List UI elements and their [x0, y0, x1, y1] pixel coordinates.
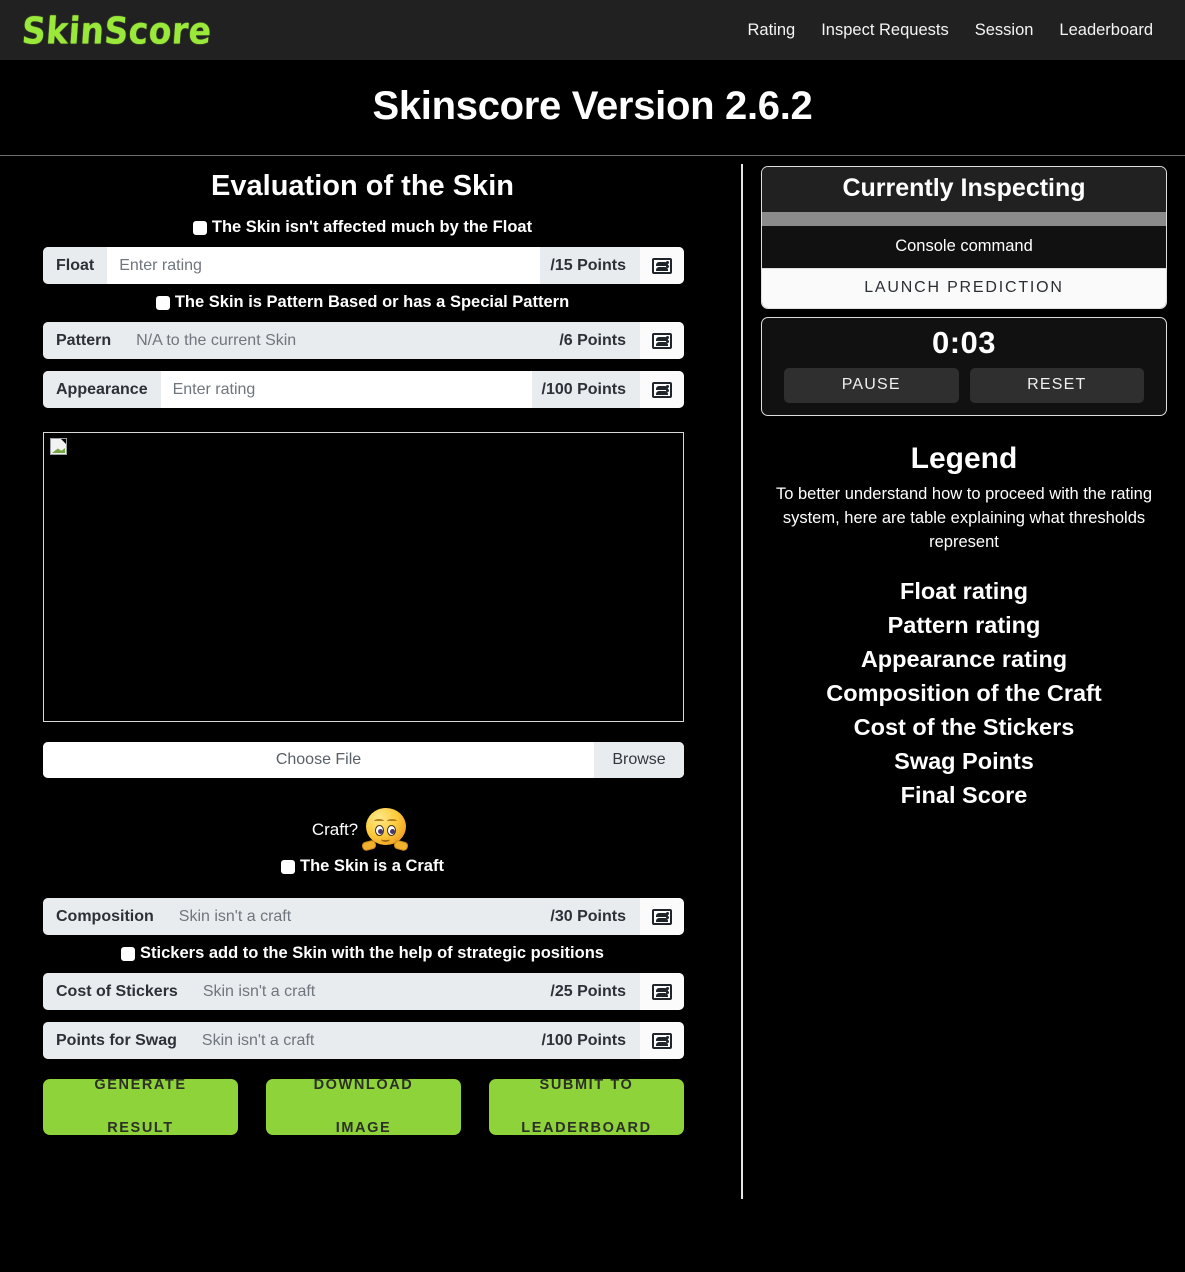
nav-links: Rating Inspect Requests Session Leaderbo…: [748, 21, 1153, 40]
legend-item-composition-of-the-craft[interactable]: Composition of the Craft: [761, 676, 1167, 710]
float-input[interactable]: [107, 247, 541, 284]
download-image-line1: DOWNLOAD: [313, 1077, 414, 1094]
pattern-input: [124, 322, 550, 359]
pattern-checkbox-label: The Skin is Pattern Based or has a Speci…: [174, 293, 570, 311]
file-upload-row[interactable]: Choose File Browse: [43, 742, 684, 778]
browse-button[interactable]: Browse: [594, 742, 684, 778]
craft-question-label: Craft?: [311, 820, 359, 839]
stickers-checkbox-label: Stickers add to the Skin with the help o…: [140, 944, 604, 962]
appearance-input-group: Appearance /100 Points: [43, 371, 684, 408]
pattern-label: Pattern: [43, 322, 125, 359]
craft-question-row: Craft?: [312, 808, 413, 852]
float-checkbox-label: The Skin isn't affected much by the Floa…: [211, 218, 533, 236]
timer-card: 0:03 PAUSE RESET: [761, 317, 1167, 416]
composition-label: Composition: [43, 898, 167, 935]
people-icon: [652, 983, 672, 1000]
cost-of-stickers-points: /25 Points: [540, 973, 640, 1010]
cost-of-stickers-input: [190, 973, 541, 1010]
broken-image-icon: [50, 438, 67, 455]
craft-section: Craft? The Skin is a Craft: [0, 808, 741, 882]
console-command-input[interactable]: [762, 226, 1166, 268]
legend-item-final-score[interactable]: Final Score: [761, 778, 1167, 812]
pattern-info-button[interactable]: [640, 322, 684, 359]
stickers-checkbox[interactable]: [121, 946, 136, 961]
generate-result-line2: RESULT: [107, 1119, 174, 1136]
nav-link-rating[interactable]: Rating: [748, 21, 796, 40]
people-icon: [652, 257, 672, 274]
composition-points: /30 Points: [540, 898, 640, 935]
craft-checkbox-row[interactable]: The Skin is a Craft: [0, 852, 741, 882]
people-icon: [652, 1032, 672, 1049]
legend-item-float-rating[interactable]: Float rating: [761, 574, 1167, 608]
download-image-button[interactable]: DOWNLOAD IMAGE: [266, 1077, 461, 1136]
appearance-label: Appearance: [43, 371, 161, 408]
points-for-swag-label: Points for Swag: [43, 1022, 190, 1059]
craft-checkbox-label: The Skin is a Craft: [300, 857, 444, 875]
navbar: SkinScore Rating Inspect Requests Sessio…: [0, 0, 1185, 60]
craft-checkbox[interactable]: [281, 859, 296, 874]
legend-list: Float rating Pattern rating Appearance r…: [761, 554, 1167, 812]
pause-button[interactable]: PAUSE: [784, 368, 959, 403]
float-info-button[interactable]: [640, 247, 684, 284]
file-chosen-label: Choose File: [43, 742, 594, 778]
legend-item-cost-of-the-stickers[interactable]: Cost of the Stickers: [761, 710, 1167, 744]
page-title: Skinscore Version 2.6.2: [372, 84, 813, 128]
nav-link-session[interactable]: Session: [975, 21, 1034, 40]
float-label: Float: [43, 247, 108, 284]
float-points: /15 Points: [540, 247, 640, 284]
submit-to-leaderboard-button[interactable]: SUBMIT TO LEADERBOARD: [489, 1077, 684, 1136]
people-icon: [652, 908, 672, 925]
legend-description: To better understand how to proceed with…: [775, 485, 1153, 552]
people-icon: [652, 332, 672, 349]
timer-value: 0:03: [931, 325, 997, 360]
cost-of-stickers-info-button[interactable]: [640, 973, 684, 1010]
pattern-input-group: Pattern /6 Points: [43, 322, 684, 359]
cost-of-stickers-label: Cost of Stickers: [43, 973, 191, 1010]
composition-info-button[interactable]: [640, 898, 684, 935]
currently-inspecting-title: Currently Inspecting: [762, 167, 1166, 212]
brand-logo[interactable]: SkinScore: [20, 8, 213, 52]
composition-input-group: Composition /30 Points: [43, 898, 684, 935]
pattern-checkbox[interactable]: [155, 295, 170, 310]
legend-item-appearance-rating[interactable]: Appearance rating: [761, 642, 1167, 676]
inspect-progress-bar: [762, 212, 1166, 226]
pattern-checkbox-row[interactable]: The Skin is Pattern Based or has a Speci…: [0, 288, 741, 318]
people-icon: [652, 381, 672, 398]
skin-image-preview: [43, 432, 684, 722]
evaluation-title: Evaluation of the Skin: [211, 170, 514, 202]
appearance-info-button[interactable]: [640, 371, 684, 408]
float-checkbox-row[interactable]: The Skin isn't affected much by the Floa…: [0, 213, 741, 243]
generate-result-button[interactable]: GENERATE RESULT: [43, 1077, 238, 1136]
currently-inspecting-card: Currently Inspecting LAUNCH PREDICTION: [761, 166, 1167, 309]
launch-prediction-button[interactable]: LAUNCH PREDICTION: [762, 268, 1166, 308]
download-image-line2: IMAGE: [335, 1119, 392, 1136]
cost-of-stickers-input-group: Cost of Stickers /25 Points: [43, 973, 684, 1010]
points-for-swag-points: /100 Points: [531, 1022, 640, 1059]
points-for-swag-input: [189, 1022, 532, 1059]
composition-input: [166, 898, 541, 935]
appearance-input[interactable]: [160, 371, 532, 408]
submit-line2: LEADERBOARD: [521, 1119, 652, 1136]
legend-item-pattern-rating[interactable]: Pattern rating: [761, 608, 1167, 642]
reset-button[interactable]: RESET: [969, 368, 1144, 403]
generate-result-line1: GENERATE: [94, 1077, 187, 1094]
points-for-swag-info-button[interactable]: [640, 1022, 684, 1059]
stickers-checkbox-row[interactable]: Stickers add to the Skin with the help o…: [0, 939, 741, 969]
evaluation-panel: Evaluation of the Skin The Skin isn't af…: [0, 156, 741, 1196]
submit-line1: SUBMIT TO: [539, 1077, 634, 1094]
action-buttons: GENERATE RESULT DOWNLOAD IMAGE SUBMIT TO…: [43, 1077, 684, 1136]
timer-buttons: PAUSE RESET: [784, 368, 1144, 403]
points-for-swag-input-group: Points for Swag /100 Points: [43, 1022, 684, 1059]
main-layout: Evaluation of the Skin The Skin isn't af…: [0, 156, 1185, 1199]
side-panel: Currently Inspecting LAUNCH PREDICTION 0…: [743, 156, 1185, 1196]
nav-link-leaderboard[interactable]: Leaderboard: [1059, 21, 1153, 40]
nav-link-inspect-requests[interactable]: Inspect Requests: [821, 21, 949, 40]
thinking-emoji-icon: [359, 808, 413, 852]
appearance-points: /100 Points: [531, 371, 640, 408]
float-checkbox[interactable]: [192, 220, 207, 235]
pattern-points: /6 Points: [549, 322, 640, 359]
float-input-group: Float /15 Points: [43, 247, 684, 284]
legend-title: Legend: [910, 442, 1018, 475]
legend-item-swag-points[interactable]: Swag Points: [761, 744, 1167, 778]
